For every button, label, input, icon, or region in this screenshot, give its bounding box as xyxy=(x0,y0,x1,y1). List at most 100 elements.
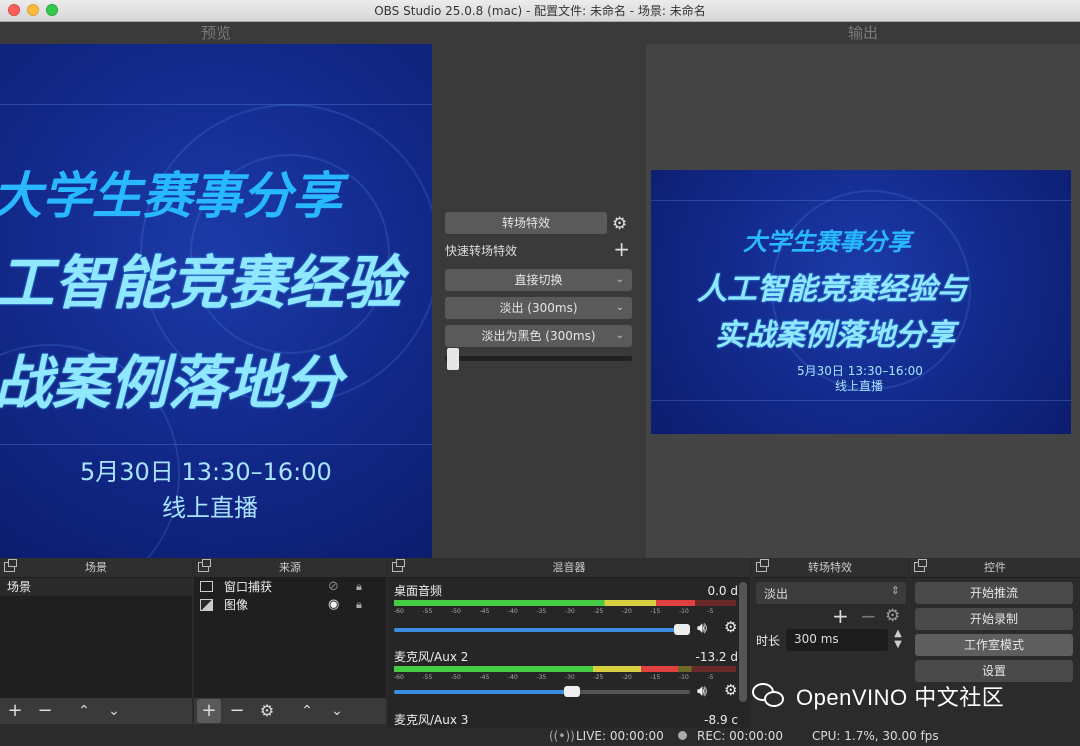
volume-slider[interactable] xyxy=(394,624,690,635)
mixer-dock-header: 混音器 xyxy=(388,558,750,578)
output-live-text: 线上直播 xyxy=(835,379,884,393)
remove-transition-button[interactable]: − xyxy=(860,604,877,628)
remove-scene-button[interactable]: − xyxy=(33,699,57,723)
dock-area: 场景 场景 + − ⌃ ⌄ 来源 窗口捕获 ⊘ 🔒︎ 图像 ◉ 🔒︎ + − ⚙… xyxy=(0,558,1080,746)
meter-scale: -60 -55 -50 -45 -40 -35 -30 -25 -20 -15 -10 -5 xyxy=(394,608,736,618)
eye-icon[interactable]: ◉ xyxy=(328,596,339,614)
undock-icon[interactable] xyxy=(756,559,769,572)
undock-icon[interactable] xyxy=(392,559,405,572)
window-titlebar: OBS Studio 25.0.8 (mac) - 配置文件: 未命名 - 场景… xyxy=(0,0,1080,22)
meter-scale-tick: -10 xyxy=(679,608,689,615)
output-title-line2: 人工智能竞赛经验与 xyxy=(697,272,967,307)
undock-icon[interactable] xyxy=(4,559,17,572)
meter-scale-tick: -25 xyxy=(593,608,604,615)
quick-transition-fade[interactable]: 淡出 (300ms) ⌄ xyxy=(445,297,632,319)
remove-source-button[interactable]: − xyxy=(225,699,249,723)
sources-list[interactable]: 窗口捕获 ⊘ 🔒︎ 图像 ◉ 🔒︎ xyxy=(194,578,386,698)
sources-dock-header: 来源 xyxy=(194,558,386,578)
duration-field[interactable]: 300 ms xyxy=(786,629,888,651)
controls-dock-header: 控件 xyxy=(910,558,1080,578)
volume-knob[interactable] xyxy=(674,624,690,635)
add-source-button[interactable]: + xyxy=(197,699,221,723)
undock-icon[interactable] xyxy=(198,559,211,572)
start-streaming-button[interactable]: 开始推流 xyxy=(915,582,1073,604)
output-title-line1: 大学生赛事分享 xyxy=(743,228,911,256)
poster-line xyxy=(651,200,1071,201)
scene-item[interactable]: 场景 xyxy=(0,578,192,596)
mixer-scrollbar[interactable] xyxy=(739,582,747,702)
speaker-icon[interactable]: 🔊︎ xyxy=(697,681,707,701)
meter-scale-tick: -40 xyxy=(508,674,518,681)
duration-stepper[interactable]: ▲ ▼ xyxy=(890,628,906,652)
gear-icon[interactable]: ⚙ xyxy=(612,214,627,234)
poster-line xyxy=(0,444,432,445)
studio-mode-button[interactable]: 工作室模式 xyxy=(915,634,1073,656)
meter-scale-tick: -20 xyxy=(622,674,632,681)
meter-scale-tick: -60 xyxy=(394,674,404,681)
quick-transition-fade-black[interactable]: 淡出为黑色 (300ms) ⌄ xyxy=(445,325,632,347)
meter-scale-tick: -55 xyxy=(422,608,433,615)
meter-scale-tick: -45 xyxy=(479,674,490,681)
transition-select[interactable]: 淡出 ⇕ xyxy=(756,582,906,604)
meter-scale: -60 -55 -50 -45 -40 -35 -30 -25 -20 -15 -10 -5 xyxy=(394,674,736,684)
watermark-text: OpenVINO 中文社区 xyxy=(796,685,1005,710)
duration-label: 时长 xyxy=(756,634,781,648)
mixer-channel-db: 0.0 d xyxy=(707,584,738,598)
undock-icon[interactable] xyxy=(914,559,927,572)
lock-icon[interactable]: 🔒︎ xyxy=(356,596,362,614)
lock-icon[interactable]: 🔒︎ xyxy=(356,578,362,596)
add-scene-button[interactable]: + xyxy=(3,699,27,723)
gear-icon[interactable]: ⚙ xyxy=(724,618,737,636)
add-icon[interactable]: + xyxy=(613,238,630,260)
wechat-logo-icon xyxy=(752,681,786,711)
window-controls xyxy=(8,4,58,16)
move-scene-up-button[interactable]: ⌃ xyxy=(72,699,96,723)
transition-controls: 转场特效 ⚙ 快速转场特效 + 直接切换 ⌄ 淡出 (300ms) ⌄ 淡出为黑色 … xyxy=(445,212,632,370)
streaming-signal-icon: ((•)) xyxy=(549,729,575,743)
volume-fill xyxy=(394,690,572,694)
live-timer: LIVE: 00:00:00 xyxy=(576,729,664,743)
source-properties-gear-icon[interactable]: ⚙ xyxy=(255,699,279,723)
eye-hidden-icon[interactable]: ⊘ xyxy=(328,578,339,596)
gear-icon[interactable]: ⚙ xyxy=(724,681,737,699)
add-transition-button[interactable]: + xyxy=(832,604,849,628)
volume-fill xyxy=(394,628,682,632)
move-scene-down-button[interactable]: ⌄ xyxy=(102,699,126,723)
meter-scale-tick: -5 xyxy=(707,674,714,681)
meter-scale-tick: -35 xyxy=(536,674,547,681)
mixer-channel-name: 桌面音频 xyxy=(394,584,443,598)
start-recording-button[interactable]: 开始录制 xyxy=(915,608,1073,630)
source-item-image[interactable]: 图像 ◉ 🔒︎ xyxy=(194,596,386,614)
close-window-button[interactable] xyxy=(8,4,20,16)
scenes-list[interactable]: 场景 xyxy=(0,578,192,698)
transitions-dock-header: 转场特效 xyxy=(752,558,908,578)
preview-label: 预览 xyxy=(200,24,231,42)
stepper-arrows-icon: ⇕ xyxy=(890,584,900,597)
maximize-window-button[interactable] xyxy=(46,4,58,16)
audio-meter-level xyxy=(394,600,695,606)
minimize-window-button[interactable] xyxy=(27,4,39,16)
mixer-channel-name: 麦克风/Aux 3 xyxy=(394,713,469,727)
volume-slider[interactable] xyxy=(394,686,690,697)
window-capture-icon xyxy=(200,581,213,592)
move-source-down-button[interactable]: ⌄ xyxy=(325,699,349,723)
move-source-up-button[interactable]: ⌃ xyxy=(295,699,319,723)
audio-meter xyxy=(394,600,736,606)
program-canvas: 大学生赛事分享 人工智能竞赛经验与 实战案例落地分享 5月30日 13:30–1… xyxy=(651,170,1071,434)
poster-line xyxy=(651,400,1071,401)
quick-transitions-label: 快速转场特效 xyxy=(445,244,518,258)
audio-meter-level xyxy=(394,666,678,672)
watermark: OpenVINO 中文社区 xyxy=(752,676,1052,716)
transition-bar[interactable] xyxy=(445,356,632,361)
scenes-dock-header: 场景 xyxy=(0,558,192,578)
mixer-channel-name: 麦克风/Aux 2 xyxy=(394,650,469,664)
transition-button[interactable]: 转场特效 xyxy=(445,212,607,234)
transition-properties-gear-icon[interactable]: ⚙ xyxy=(885,606,900,626)
source-item-window-capture[interactable]: 窗口捕获 ⊘ 🔒︎ xyxy=(194,578,386,596)
preview-canvas[interactable]: 大学生赛事分享 工智能竞赛经验 战案例落地分 5月30日 13:30–16:00… xyxy=(0,44,432,558)
studio-mode-area: 预览 输出 大学生赛事分享 工智能竞赛经验 战案例落地分 5月30日 13:30… xyxy=(0,22,1080,558)
volume-knob[interactable] xyxy=(563,686,580,697)
quick-transition-cut[interactable]: 直接切换 ⌄ xyxy=(445,269,632,291)
speaker-icon[interactable]: 🔊︎ xyxy=(697,618,707,638)
transition-bar-handle[interactable] xyxy=(447,348,459,370)
